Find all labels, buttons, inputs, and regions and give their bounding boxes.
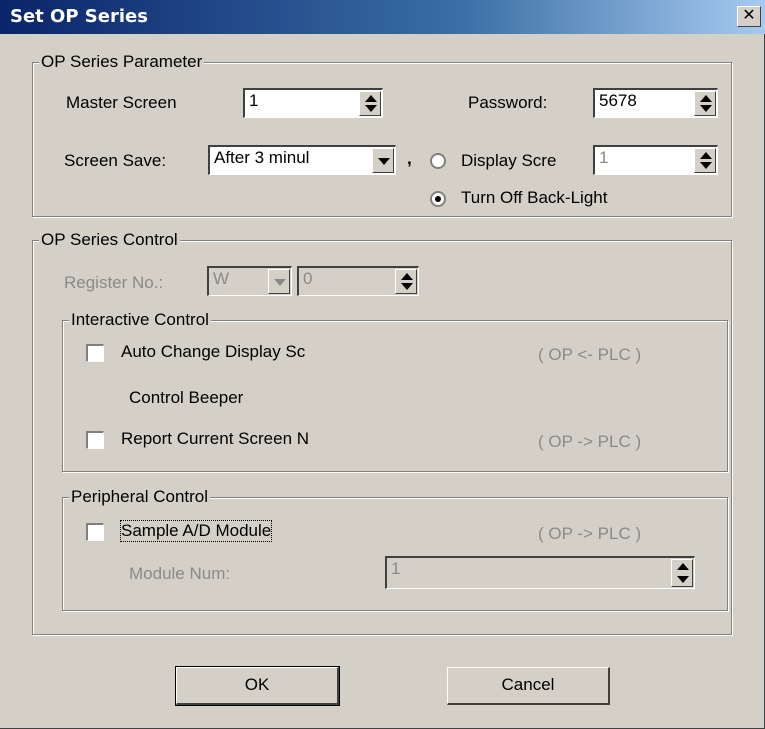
display-screen-label: Display Scre [461, 151, 557, 170]
display-screen-spin-icon[interactable] [694, 148, 716, 173]
auto-change-checkbox[interactable] [86, 344, 104, 362]
dialog-title: Set OP Series [10, 6, 148, 27]
register-no-label: Register No.: [64, 273, 164, 292]
report-screen-checkbox[interactable] [86, 431, 104, 449]
turn-off-backlight-radio[interactable] [430, 191, 446, 207]
register-type-dropdown[interactable]: W [207, 266, 292, 296]
master-screen-spin-icon[interactable] [359, 91, 381, 116]
master-screen-input[interactable]: 1 [243, 88, 383, 118]
screen-save-value: After 3 minul [214, 148, 310, 167]
title-bar[interactable]: Set OP Series ✕ [0, 0, 765, 34]
close-icon: ✕ [742, 7, 756, 24]
password-value: 5678 [599, 91, 637, 110]
interactive-control-legend: Interactive Control [69, 310, 211, 330]
cancel-button[interactable]: Cancel [447, 667, 610, 705]
register-spin-icon[interactable] [395, 269, 417, 294]
password-label: Password: [468, 93, 548, 112]
set-op-series-dialog: Set OP Series ✕ OP Series Parameter Mast… [0, 0, 765, 729]
module-num-value: 1 [391, 559, 401, 578]
password-input[interactable]: 5678 [593, 88, 718, 118]
sample-ad-module-label: Sample A/D Module [119, 520, 273, 542]
register-number-value: 0 [303, 269, 313, 288]
report-screen-label: Report Current Screen N [121, 429, 310, 448]
chevron-down-icon[interactable] [268, 269, 290, 294]
op-series-control-group: OP Series Control Register No.: W 0 Inte… [32, 230, 732, 635]
comma-separator: , [407, 149, 412, 168]
chevron-down-icon[interactable] [372, 148, 394, 173]
op-series-parameter-group: OP Series Parameter Master Screen 1 Pass… [32, 52, 732, 217]
register-type-value: W [213, 269, 230, 288]
interactive-control-group: Interactive Control Auto Change Display … [62, 310, 728, 472]
ok-button[interactable]: OK [175, 666, 340, 706]
display-screen-radio[interactable] [430, 153, 446, 169]
screen-save-dropdown[interactable]: After 3 minul [208, 145, 396, 175]
auto-change-label: Auto Change Display Sc [121, 342, 306, 361]
report-screen-direction: ( OP -> PLC ) [538, 432, 642, 451]
peripheral-control-group: Peripheral Control Sample A/D Module ( O… [62, 487, 728, 611]
op-series-control-legend: OP Series Control [39, 230, 180, 250]
master-screen-label: Master Screen [66, 93, 177, 112]
screen-save-label: Screen Save: [64, 151, 167, 170]
module-num-spin-icon[interactable] [671, 559, 693, 587]
module-num-label: Module Num: [129, 564, 231, 583]
display-screen-input[interactable]: 1 [593, 145, 718, 175]
control-beeper-label: Control Beeper [129, 388, 244, 407]
close-button[interactable]: ✕ [737, 6, 761, 27]
register-number-input[interactable]: 0 [297, 266, 419, 296]
sample-ad-module-checkbox[interactable] [86, 523, 104, 541]
op-series-parameter-legend: OP Series Parameter [39, 52, 205, 72]
password-spin-icon[interactable] [694, 91, 716, 116]
peripheral-control-legend: Peripheral Control [69, 487, 211, 507]
sample-ad-direction: ( OP -> PLC ) [538, 524, 642, 543]
turn-off-backlight-label: Turn Off Back-Light [461, 188, 608, 207]
module-num-input[interactable]: 1 [385, 556, 695, 589]
master-screen-value: 1 [249, 91, 259, 110]
display-screen-value: 1 [599, 148, 609, 167]
auto-change-direction: ( OP <- PLC ) [538, 345, 642, 364]
